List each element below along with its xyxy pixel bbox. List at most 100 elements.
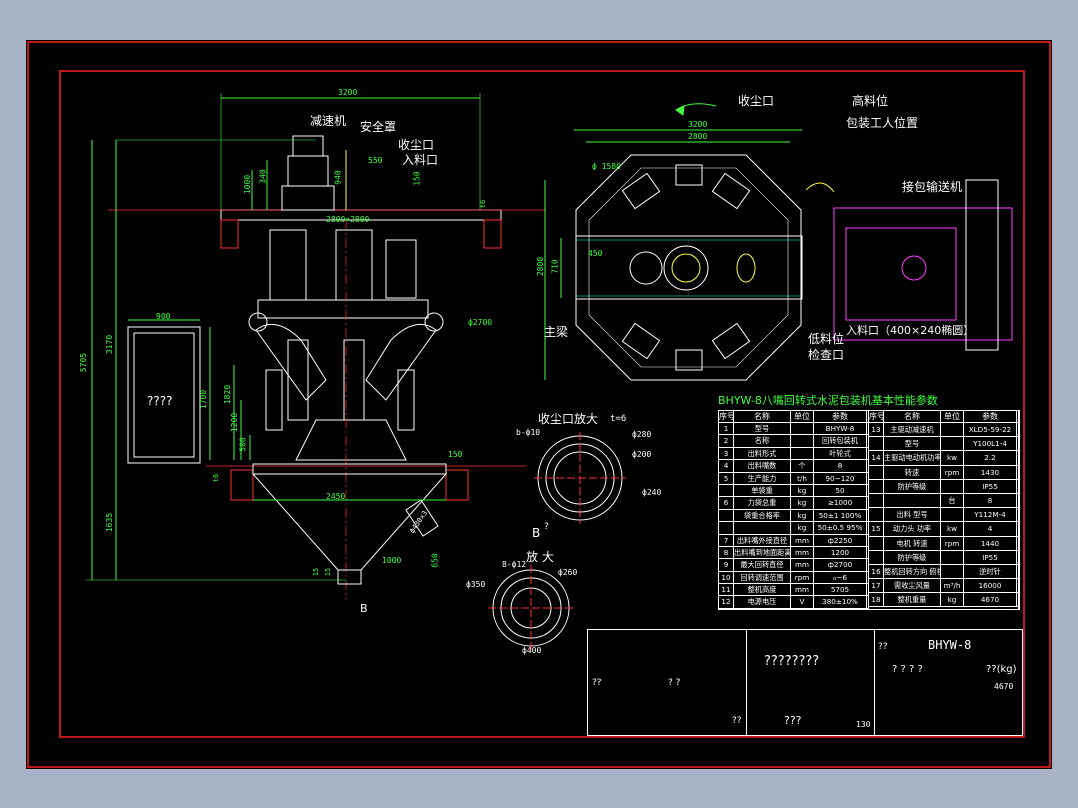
param-table-row: 12 电源电压 V 380±10% <box>719 596 868 609</box>
label-conveyor: 接包输送机 <box>902 180 963 194</box>
param-table-cell: ℴ~6 <box>814 571 867 584</box>
front-dim-550: 550 <box>368 156 383 165</box>
front-dim-1000: 1000 <box>243 174 253 195</box>
param-table-row: 11 整机高度 mm 5705 <box>719 584 868 597</box>
detail-b-d1: ф260 <box>558 568 578 577</box>
param-table-cell: ф2250 <box>814 534 867 546</box>
param-table-cell: 叶轮式 <box>814 447 867 460</box>
label-check: 检查口 <box>808 348 845 362</box>
param-table-row: 转速 rpm 1430 <box>869 465 1018 480</box>
param-table-cell: 防护等级 <box>884 479 941 493</box>
cabinet-text: ???? <box>147 394 173 408</box>
param-table-cell: 型号 <box>734 423 791 435</box>
param-table-cell: 转速 <box>884 465 941 479</box>
front-dim-2450: 2450 <box>326 492 346 501</box>
param-table-row: 台8 <box>869 493 1018 509</box>
param-table-cell: 5705 <box>814 584 867 596</box>
param-table-cell: 8 <box>964 493 1017 508</box>
param-table-header-cell: 参数 <box>964 411 1017 422</box>
label-low-level: 低料位 <box>808 332 845 346</box>
top-dim-710: 710 <box>550 259 560 274</box>
tb-weight: 4670 <box>994 682 1014 691</box>
detail-b-d3: ф400 <box>522 646 542 655</box>
param-table-grid: 序号 名称 单位 参数 1 型号 BHYW-8 2 名称 回转包装机 3 出料形式 叶轮式 4 出料嘴数个 8… <box>718 410 1020 610</box>
param-table-cell: rpm <box>941 465 964 479</box>
param-table-cell <box>869 479 884 493</box>
param-table-cell <box>941 564 964 579</box>
tb-q2: ?? <box>592 678 602 688</box>
param-table-cell: rpm <box>791 571 814 584</box>
param-table-cell <box>941 437 964 451</box>
param-table-cell <box>869 465 884 479</box>
param-table-cell: 50 <box>814 484 867 497</box>
param-table-cell: 台 <box>941 493 964 508</box>
detail-b-title: B <box>532 526 541 540</box>
param-table-row: 9 最大回转直径 mm ф2700 <box>719 559 868 572</box>
param-table-cell <box>884 493 941 508</box>
param-table-row: 型号 Y100L1-4 <box>869 437 1018 452</box>
param-table-row: 2 名称 回转包装机 <box>719 435 868 448</box>
param-table-row: 5 生产能力 t/h 90~120 <box>719 472 868 485</box>
front-dim-t2: t6 <box>479 199 488 209</box>
front-dim-900: 900 <box>156 312 171 321</box>
param-table-row: kg 50±0.5 95% <box>719 522 868 535</box>
param-table-cell: V <box>791 596 814 608</box>
param-table-cell: 1440 <box>964 536 1017 550</box>
param-table-cell: 电源电压 <box>734 596 791 608</box>
label-worker: 包装工人位置 <box>846 116 919 130</box>
param-table-row: 1 型号 BHYW-8 <box>719 423 868 436</box>
param-table-cell: 8 <box>719 546 734 559</box>
param-table-cell: 14 <box>869 451 884 465</box>
param-table-cell <box>941 479 964 493</box>
param-table-cell <box>941 423 964 437</box>
param-table-cell <box>869 493 884 508</box>
param-table-cell: 出料嘴外接直径 <box>734 534 791 546</box>
param-table-cell: m³/h <box>941 579 964 593</box>
param-table-cell: 最大回转直径 <box>734 559 791 571</box>
param-table-cell: 16000 <box>964 579 1017 593</box>
param-table-row: 4 出料嘴数个 8 <box>719 460 868 473</box>
param-table-cell: 5 <box>719 472 734 484</box>
param-table-cell: 8 <box>814 460 867 472</box>
param-table-cell: 50±1 100% <box>814 509 867 522</box>
param-table-cell: 生产能力 <box>734 472 791 484</box>
param-table-cell: kg <box>941 593 964 607</box>
param-table-cell: kw <box>941 522 964 536</box>
top-dim-450: 450 <box>588 249 603 258</box>
detail-b-title2: 放 大 <box>526 550 554 564</box>
front-dim-base: 2800×2800 <box>326 215 370 224</box>
param-table-cell: 整机回转方向 俯视 <box>884 564 941 579</box>
param-table-cell: 1430 <box>964 465 1017 479</box>
section-marker-b: B <box>360 602 368 615</box>
detail-dust-d1: ф280 <box>632 430 652 439</box>
param-table-cell: kg <box>791 497 814 509</box>
front-dim-3200: 3200 <box>338 88 358 97</box>
param-table-left: 序号 名称 单位 参数 1 型号 BHYW-8 2 名称 回转包装机 3 出料形式 叶轮式 4 出料嘴数个 8… <box>719 411 869 609</box>
front-dim-1700: 1700 <box>199 389 209 410</box>
param-table-row: 电机 转速 rpm 1440 <box>869 536 1018 551</box>
front-dim-3170: 3170 <box>105 334 115 355</box>
param-table-cell <box>941 550 964 564</box>
param-table-cell <box>719 522 734 534</box>
param-table-row: 16 整机回转方向 俯视 逆时针 <box>869 564 1018 580</box>
param-table-cell: mm <box>791 546 814 559</box>
param-table-row: 6 力袋总重 kg ≥1000 <box>719 497 868 510</box>
param-table-cell: IP55 <box>964 550 1017 564</box>
param-table-cell: 防护等级 <box>884 550 941 564</box>
detail-dust-bolts: b-ф10 <box>516 428 541 437</box>
front-dim-340: 340 <box>258 169 268 184</box>
param-table-row: 8 出料嘴到地面距离 mm 1200 <box>719 546 868 560</box>
param-table-cell: mm <box>791 559 814 571</box>
param-table-row: 防护等级 IP55 <box>869 479 1018 494</box>
label-high-level: 高料位 <box>852 94 889 108</box>
param-table-cell: kg <box>791 509 814 522</box>
param-table-row: 13 主驱动减速机 XLD5-59-22 <box>869 423 1018 438</box>
param-table: BHYW-8八嘴回转式水泥包装机基本性能参数 序号 名称 单位 参数 1 型号 BHYW-8… <box>718 392 1020 610</box>
param-table-cell: ≥1000 <box>814 497 867 509</box>
top-dim-2800v: 2800 <box>536 256 546 277</box>
param-table-row: 出料 型号 Y112M-4 <box>869 508 1018 523</box>
param-table-cell <box>869 550 884 564</box>
param-table-cell: 7 <box>719 534 734 546</box>
param-table-header-cell: 参数 <box>814 411 867 422</box>
detail-dust-title: 收尘口放大 <box>538 412 599 426</box>
